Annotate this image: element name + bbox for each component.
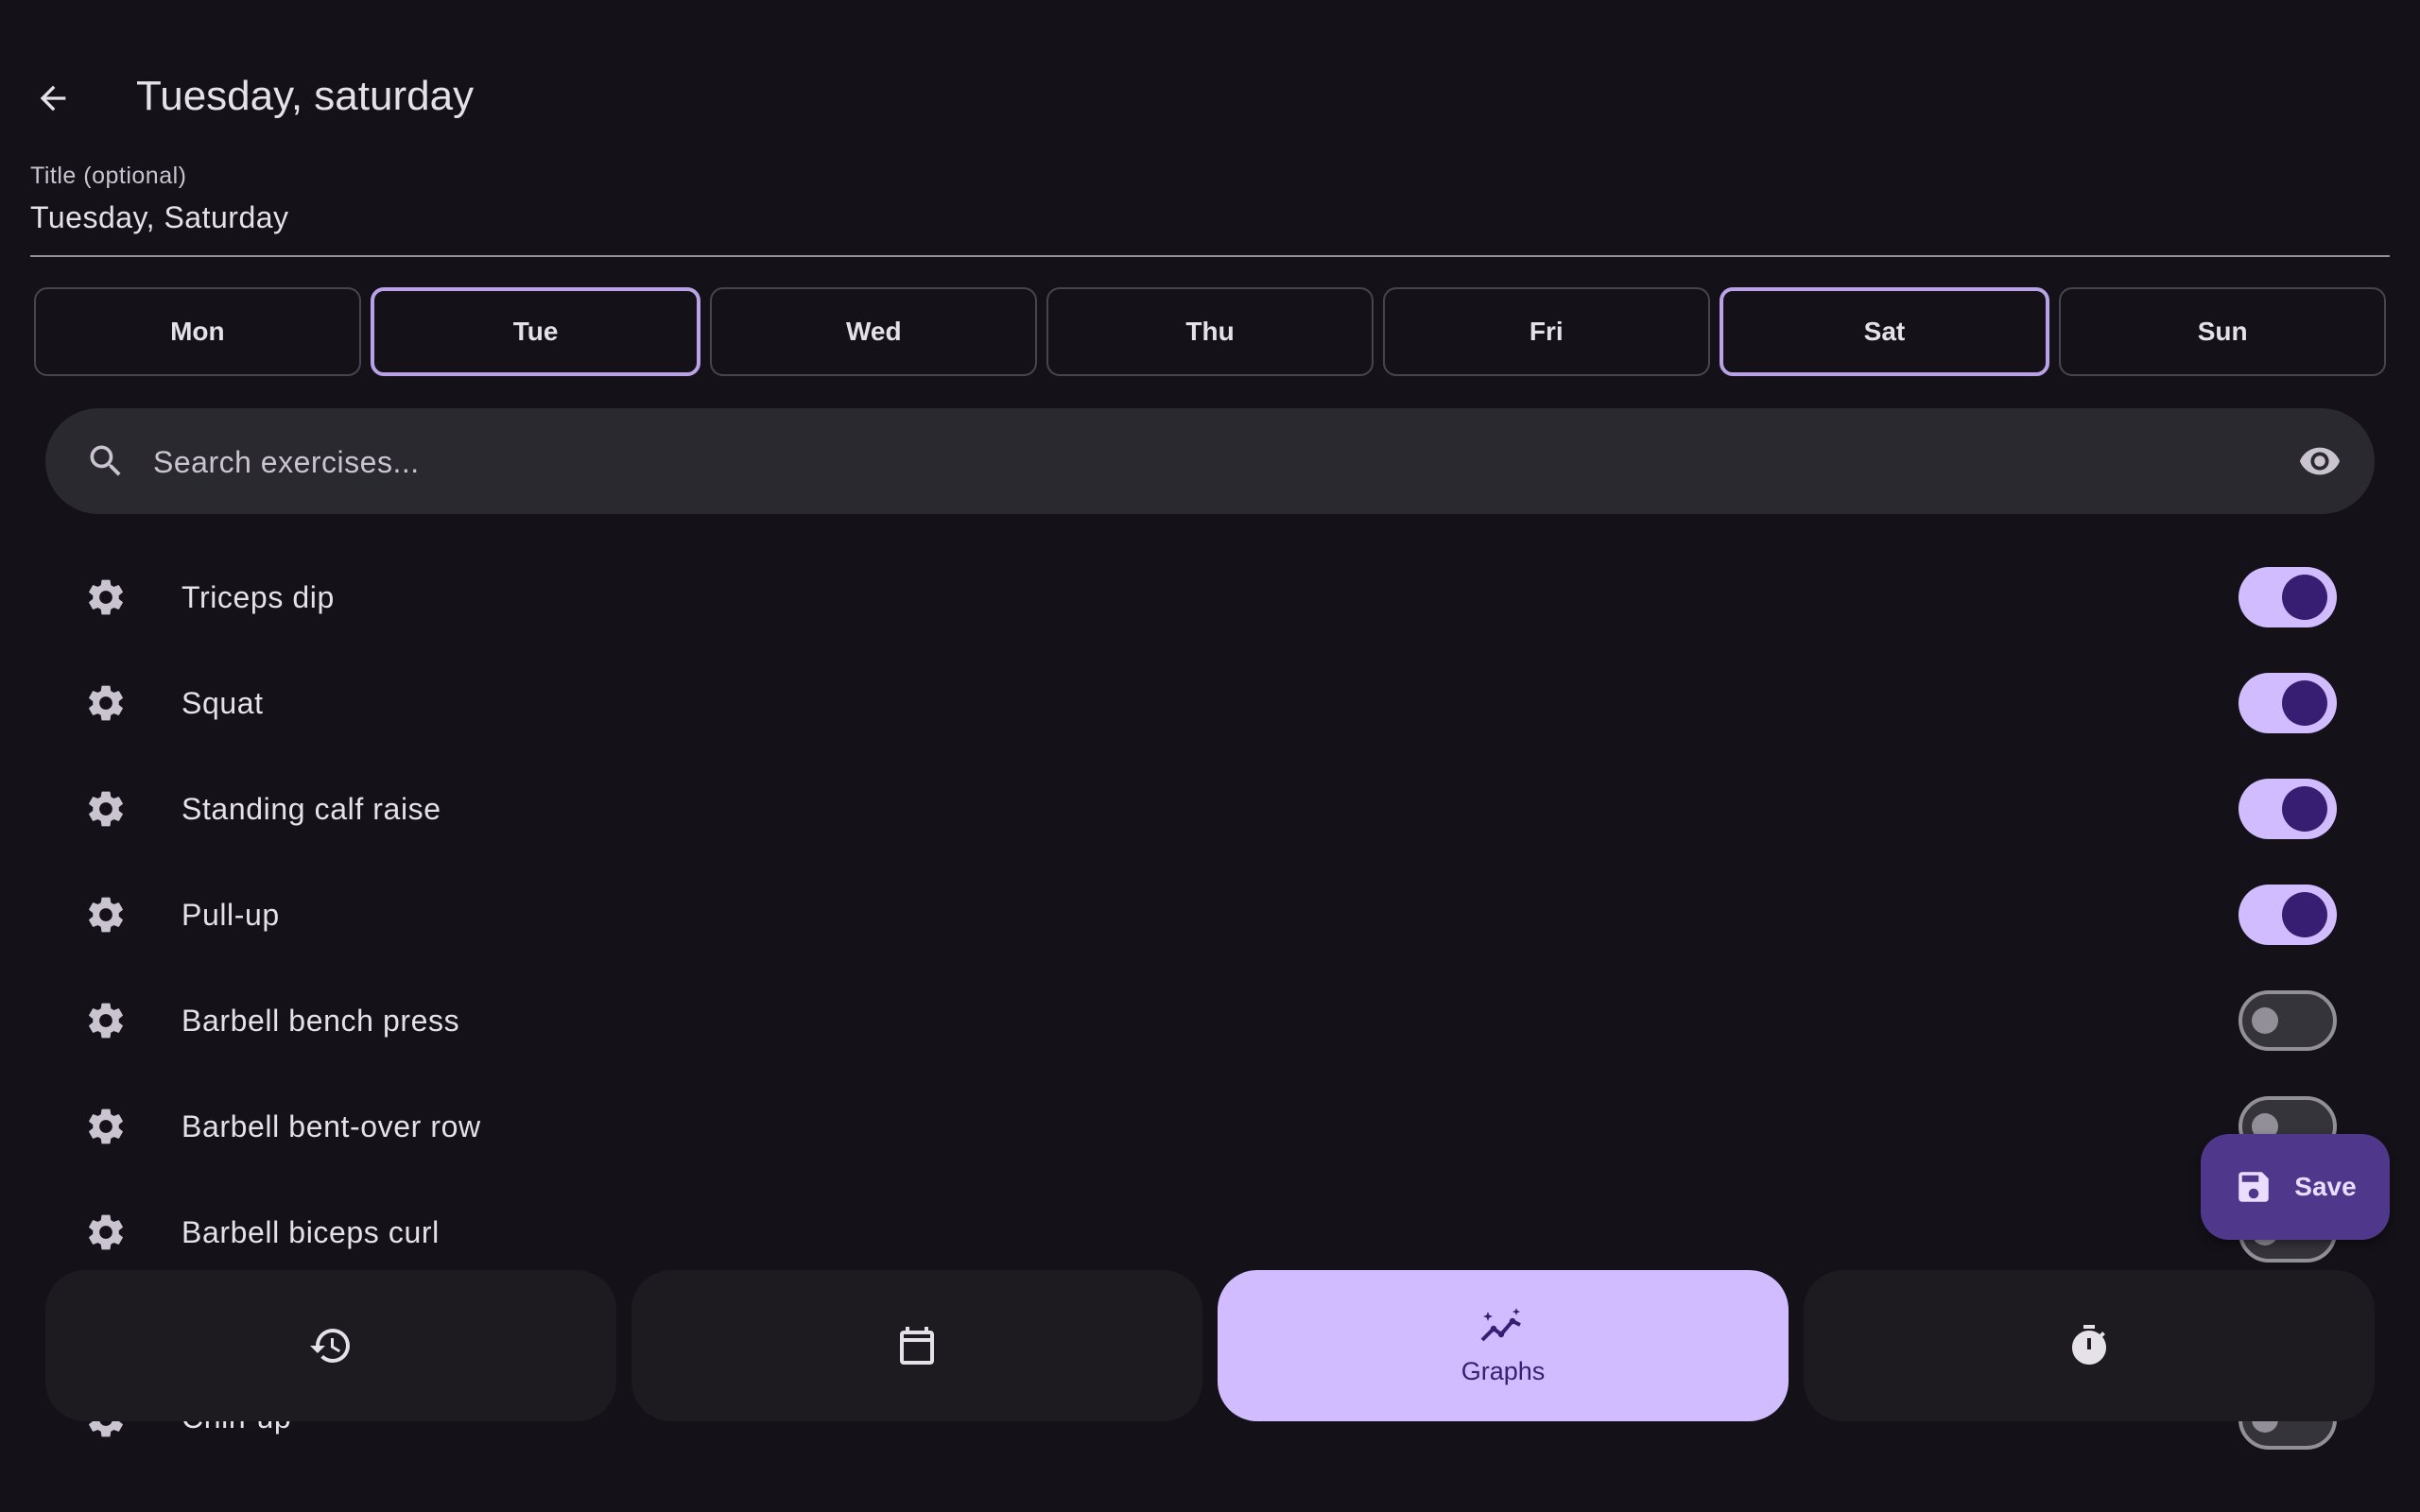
gear-icon[interactable] xyxy=(78,992,134,1049)
title-field[interactable]: Title (optional) Tuesday, Saturday xyxy=(30,159,2390,257)
page-title: Tuesday, saturday xyxy=(136,73,475,119)
gear-icon[interactable] xyxy=(78,1204,134,1261)
exercise-toggle[interactable] xyxy=(2238,885,2337,945)
exercise-name: Triceps dip xyxy=(182,580,335,614)
eye-icon[interactable] xyxy=(2291,433,2348,490)
toggle-knob xyxy=(2282,786,2327,832)
gear-icon[interactable] xyxy=(78,675,134,731)
exercise-toggle[interactable] xyxy=(2238,673,2337,733)
day-sat[interactable]: Sat xyxy=(1719,287,2050,376)
history-icon xyxy=(310,1329,350,1363)
list-item: Barbell bench press xyxy=(0,968,2420,1074)
search-bar xyxy=(45,408,2375,514)
calendar-icon xyxy=(900,1327,934,1365)
gear-icon[interactable] xyxy=(78,1098,134,1155)
timer-icon xyxy=(2072,1325,2106,1365)
back-button[interactable] xyxy=(25,70,81,127)
nav-calendar[interactable] xyxy=(631,1270,1202,1421)
arrow-back-icon xyxy=(40,85,66,112)
toggle-knob xyxy=(2282,680,2327,726)
toggle-knob xyxy=(2282,892,2327,937)
toggle-knob xyxy=(2252,1007,2278,1034)
save-icon xyxy=(2238,1172,2270,1202)
nav-timer[interactable] xyxy=(1804,1270,2375,1421)
list-item: Standing calf raise xyxy=(0,756,2420,862)
list-item: Pull-up xyxy=(0,862,2420,968)
exercise-toggle[interactable] xyxy=(2238,779,2337,839)
search-input[interactable] xyxy=(151,429,2235,495)
toggle-knob xyxy=(2282,575,2327,620)
day-wed[interactable]: Wed xyxy=(710,287,1038,376)
day-mon[interactable]: Mon xyxy=(34,287,361,376)
list-item: Barbell bent-over row xyxy=(0,1074,2420,1179)
title-field-value[interactable]: Tuesday, Saturday xyxy=(30,200,289,235)
nav-history[interactable] xyxy=(45,1270,616,1421)
exercise-name: Barbell bench press xyxy=(182,1004,460,1038)
day-tue[interactable]: Tue xyxy=(370,287,701,376)
gear-icon[interactable] xyxy=(78,569,134,626)
exercise-name: Barbell bent-over row xyxy=(182,1109,481,1143)
list-item: Squat xyxy=(0,650,2420,756)
exercise-toggle[interactable] xyxy=(2238,567,2337,627)
gear-icon[interactable] xyxy=(78,781,134,837)
exercise-name: Standing calf raise xyxy=(182,792,441,826)
nav-graphs-label: Graphs xyxy=(1461,1356,1546,1385)
exercise-toggle[interactable] xyxy=(2238,990,2337,1051)
title-field-label: Title (optional) xyxy=(30,163,187,189)
day-sun[interactable]: Sun xyxy=(2059,287,2387,376)
save-button[interactable]: Save xyxy=(2201,1134,2390,1240)
day-thu[interactable]: Thu xyxy=(1046,287,1374,376)
day-selector: Mon Tue Wed Thu Fri Sat Sun xyxy=(34,287,2387,376)
search-icon xyxy=(78,433,134,490)
gear-icon[interactable] xyxy=(78,886,134,943)
bottom-navigation: Graphs xyxy=(45,1270,2375,1421)
exercise-name: Barbell biceps curl xyxy=(182,1215,440,1249)
save-button-label: Save xyxy=(2294,1172,2357,1201)
list-item: Triceps dip xyxy=(0,544,2420,650)
exercise-name: Squat xyxy=(182,686,264,720)
day-fri[interactable]: Fri xyxy=(1382,287,1710,376)
graphs-icon xyxy=(1480,1307,1521,1341)
exercise-name: Pull-up xyxy=(182,898,280,932)
nav-graphs[interactable]: Graphs xyxy=(1218,1270,1789,1421)
